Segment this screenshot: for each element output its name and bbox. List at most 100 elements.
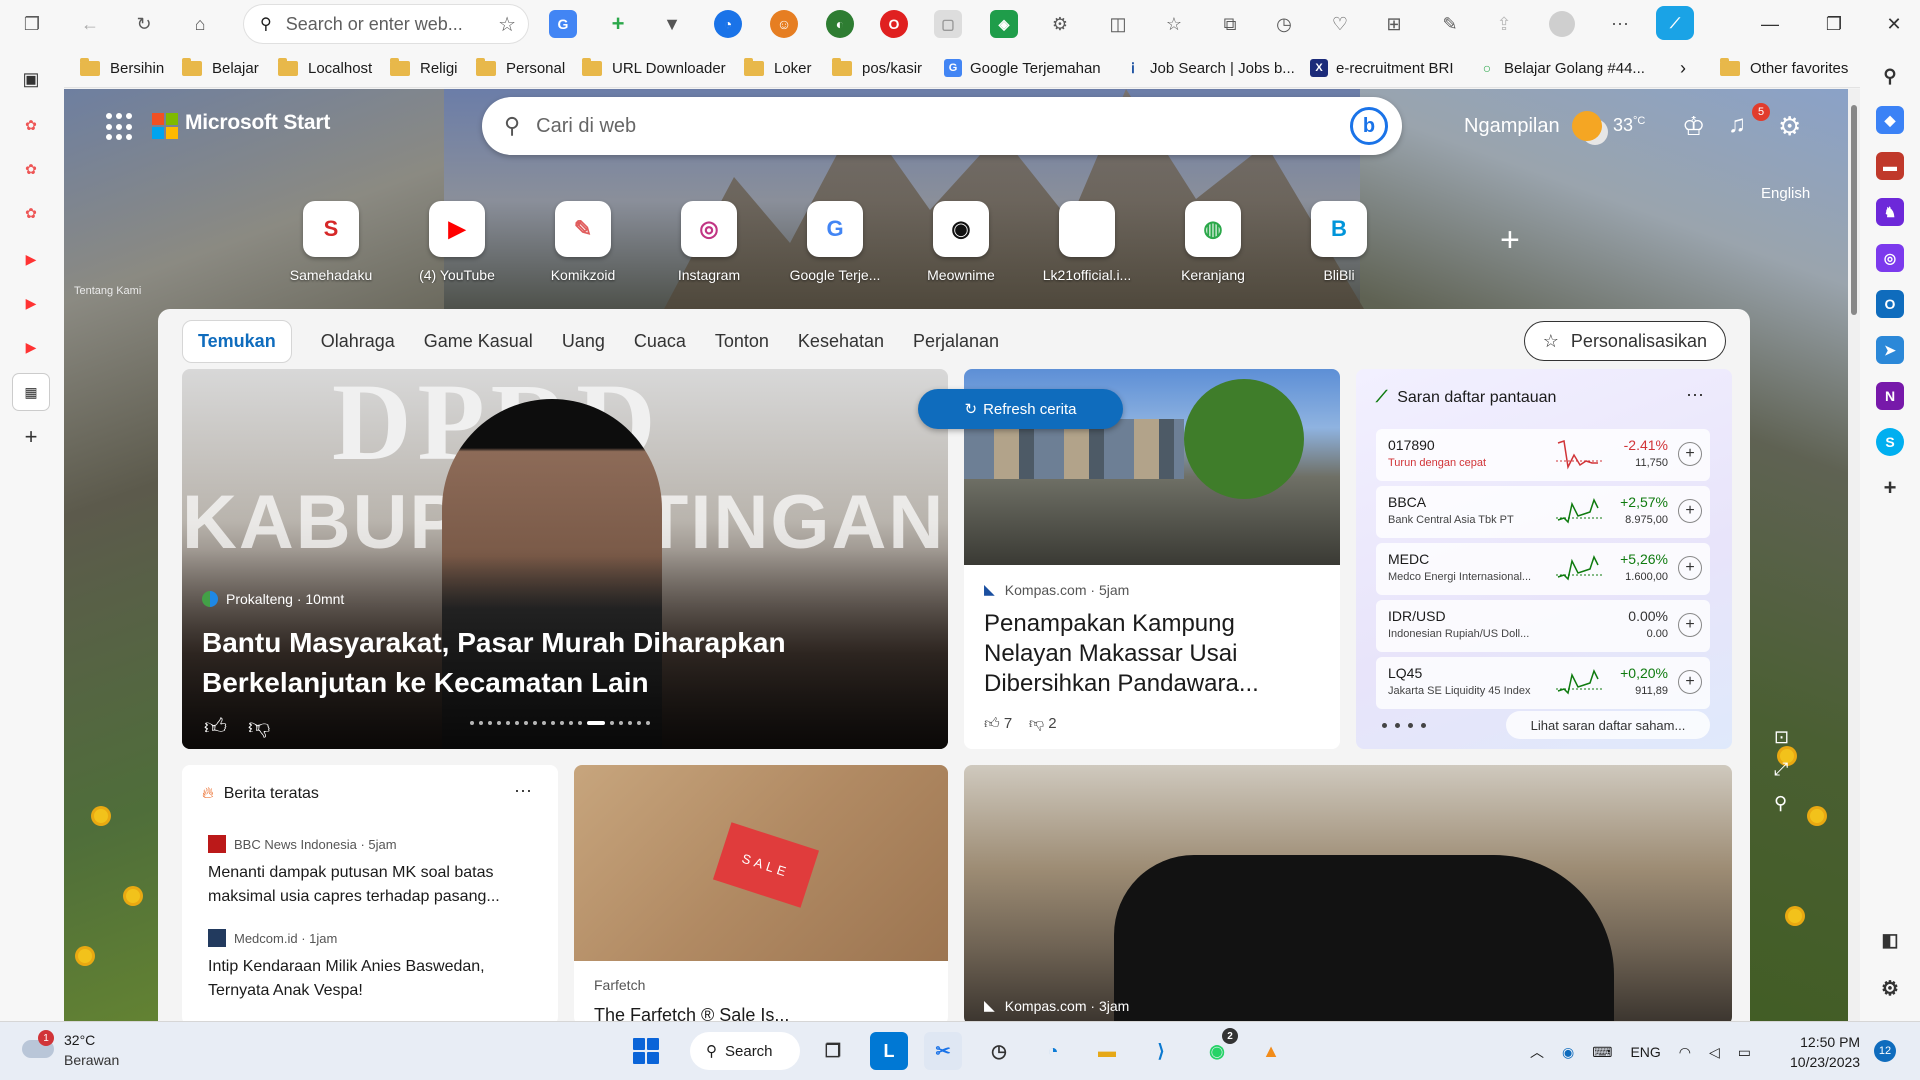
profile-avatar[interactable] — [1546, 8, 1578, 40]
list-item[interactable]: Medcom.id · 1jam Intip Kendaraan Milik A… — [208, 929, 538, 1003]
other-favorites[interactable]: Other favorites — [1720, 56, 1848, 80]
pager-dots[interactable] — [1382, 723, 1426, 728]
thumbs-up-icon[interactable]: 👍︎ — [984, 715, 1000, 732]
onedrive-icon[interactable]: ◉ — [1562, 1044, 1574, 1061]
quick-link-youtube[interactable]: ▶ (4) YouTube — [402, 201, 512, 283]
list-item[interactable]: BBC News Indonesia · 5jam Menanti dampak… — [208, 835, 538, 909]
tab-favicon-icon[interactable]: ✿ — [18, 156, 44, 182]
tab-youtube-icon[interactable]: ▶ — [18, 334, 44, 360]
watchlist-row[interactable]: BBCA Bank Central Asia Tbk PT +2,57% 8.975,… — [1376, 486, 1710, 538]
weather-widget-icon[interactable]: 1 — [22, 1030, 56, 1062]
hero-story-title[interactable]: Bantu Masyarakat, Pasar Murah Diharapkan… — [202, 623, 842, 703]
feedback-link-icon[interactable]: ⚲ — [1774, 793, 1787, 814]
expand-icon[interactable]: ⤢ — [1774, 759, 1788, 780]
more-bookmarks-chevron-icon[interactable]: › — [1680, 56, 1686, 80]
scrollbar-thumb[interactable] — [1851, 105, 1857, 315]
clock-app-icon[interactable]: ◷ — [980, 1032, 1018, 1070]
web-search-box[interactable]: ⚲ Cari di web b — [482, 97, 1402, 155]
quick-link-meownime[interactable]: ◉ Meownime — [906, 201, 1016, 283]
weather-location[interactable]: Ngampilan — [1464, 115, 1560, 138]
hero-story-card[interactable]: DPRD KABUPA KATINGAN Prokalteng · 10mnt … — [182, 369, 948, 749]
watchlist-row[interactable]: MEDC Medco Energi Internasional... +5,26% 1… — [1376, 543, 1710, 595]
quick-link-keranjang[interactable]: ◍ Keranjang — [1158, 201, 1268, 283]
news-title[interactable]: Menanti dampak putusan MK soal batas mak… — [208, 861, 538, 909]
games-icon[interactable]: ♞ — [1876, 198, 1904, 226]
drop-icon[interactable]: ➤ — [1876, 336, 1904, 364]
sidebar-settings-icon[interactable]: ⚙ — [1876, 974, 1904, 1002]
keyboard-icon[interactable]: ⌨ — [1592, 1044, 1612, 1061]
tray-overflow-chevron-icon[interactable]: ︿ — [1530, 1042, 1544, 1062]
page-scrollbar[interactable] — [1848, 89, 1860, 1021]
add-sidebar-app-icon[interactable]: + — [1876, 474, 1904, 502]
add-to-watchlist-button[interactable]: + — [1678, 442, 1702, 466]
notifications-bell-icon[interactable]: ♫ — [1728, 111, 1746, 139]
vscode-icon[interactable]: ⟩ — [1142, 1032, 1180, 1070]
onenote-icon[interactable]: N — [1876, 382, 1904, 410]
language-selector[interactable]: English — [1761, 185, 1810, 202]
tab-olahraga[interactable]: Olahraga — [321, 331, 395, 352]
bookmark-folder[interactable]: Belajar — [182, 56, 259, 80]
bookmark-folder[interactable]: Localhost — [278, 56, 372, 80]
bookmark-job-search[interactable]: ⅰ Job Search | Jobs b... — [1124, 56, 1295, 80]
collections-icon[interactable]: ⧉ — [1214, 8, 1246, 40]
more-menu-icon[interactable]: ⋯ — [1604, 8, 1636, 40]
copilot-icon[interactable]: ⟋ — [1656, 6, 1694, 40]
bookmark-folder[interactable]: pos/kasir — [832, 56, 922, 80]
shield-extension-icon[interactable]: ◈ — [990, 10, 1018, 38]
add-quick-link-icon[interactable]: + — [1500, 221, 1520, 260]
thumbs-down-icon[interactable]: 👎︎ — [248, 713, 270, 740]
start-button[interactable] — [627, 1032, 665, 1070]
shopping-tag-icon[interactable]: ◆ — [1876, 106, 1904, 134]
tab-actions-icon[interactable]: ▣ — [18, 66, 44, 92]
sponsored-card[interactable]: SALE Farfetch The Farfetch ® Sale Is... — [574, 765, 948, 1021]
restore-icon[interactable]: ❐ — [1814, 10, 1854, 38]
address-bar[interactable]: ⚲ Search or enter web... ☆ — [244, 5, 528, 43]
snipping-tool-icon[interactable]: ✂ — [924, 1032, 962, 1070]
quick-link-komikzoid[interactable]: ✎ Komikzoid — [528, 201, 638, 283]
taskbar-search[interactable]: ⚲ Search — [690, 1032, 800, 1070]
hide-sidebar-icon[interactable]: ◧ — [1876, 926, 1904, 954]
opera-extension-icon[interactable]: O — [880, 10, 908, 38]
refresh-icon[interactable]: ↻ — [128, 8, 160, 40]
performance-icon[interactable]: ♡ — [1324, 8, 1356, 40]
story-card[interactable]: ◣ Kompas.com · 3jam — [964, 765, 1732, 1021]
tab-favicon-icon[interactable]: ✿ — [18, 200, 44, 226]
minimize-icon[interactable]: — — [1750, 10, 1790, 38]
vuejs-extension-icon[interactable]: ▼ — [658, 10, 686, 38]
chat-extension-icon[interactable]: ◔ — [714, 10, 742, 38]
bookmark-folder[interactable]: Loker — [744, 56, 812, 80]
app-launcher-icon[interactable] — [106, 113, 134, 141]
microsoft365-icon[interactable]: ◎ — [1876, 244, 1904, 272]
language-indicator[interactable]: ENG — [1630, 1044, 1660, 1060]
wallpaper-info-icon[interactable]: ⊡ — [1774, 727, 1789, 748]
task-view-icon[interactable]: ❐ — [814, 1032, 852, 1070]
taskbar-clock[interactable]: 12:50 PM 10/23/2023 — [1790, 1032, 1860, 1072]
ad-title[interactable]: The Farfetch ® Sale Is... — [594, 1005, 789, 1021]
personalize-button[interactable]: ☆ Personalisasikan — [1523, 321, 1726, 361]
close-icon[interactable]: ✕ — [1874, 10, 1914, 38]
bookmark-belajar-golang[interactable]: ○ Belajar Golang #44... — [1478, 56, 1645, 80]
bookmark-google-translate[interactable]: G Google Terjemahan — [944, 56, 1101, 80]
extensions-icon[interactable]: ⚙ — [1044, 8, 1076, 40]
apps-icon[interactable]: ⊞ — [1378, 8, 1410, 40]
quick-link-instagram[interactable]: ◎ Instagram — [654, 201, 764, 283]
tab-active-icon[interactable]: ▦ — [13, 374, 49, 410]
favorite-star-icon[interactable]: ☆ — [498, 12, 516, 37]
bookmark-folder[interactable]: Bersihin — [80, 56, 164, 80]
refresh-stories-button[interactable]: ↻ Refresh cerita — [918, 389, 1123, 429]
taskbar-temperature[interactable]: 32°C — [64, 1032, 95, 1048]
volume-icon[interactable]: ◁ — [1709, 1044, 1720, 1061]
bookmark-folder[interactable]: Religi — [390, 56, 458, 80]
favorites-icon[interactable]: ☆ — [1158, 8, 1190, 40]
add-to-watchlist-button[interactable]: + — [1678, 556, 1702, 580]
thumbs-down-icon[interactable]: 👎︎ — [1029, 715, 1044, 732]
file-explorer-icon[interactable]: ▬ — [1088, 1032, 1126, 1070]
watchlist-row[interactable]: IDR/USD Indonesian Rupiah/US Doll... 0.00%… — [1376, 600, 1710, 652]
tab-temukan[interactable]: Temukan — [182, 319, 292, 363]
app-l-icon[interactable]: L — [870, 1032, 908, 1070]
skype-icon[interactable]: S — [1876, 428, 1904, 456]
more-options-icon[interactable]: ⋯ — [1686, 385, 1704, 406]
carousel-indicator[interactable] — [470, 721, 650, 725]
outlook-icon[interactable]: O — [1876, 290, 1904, 318]
globe-extension-icon[interactable]: ◐ — [826, 10, 854, 38]
